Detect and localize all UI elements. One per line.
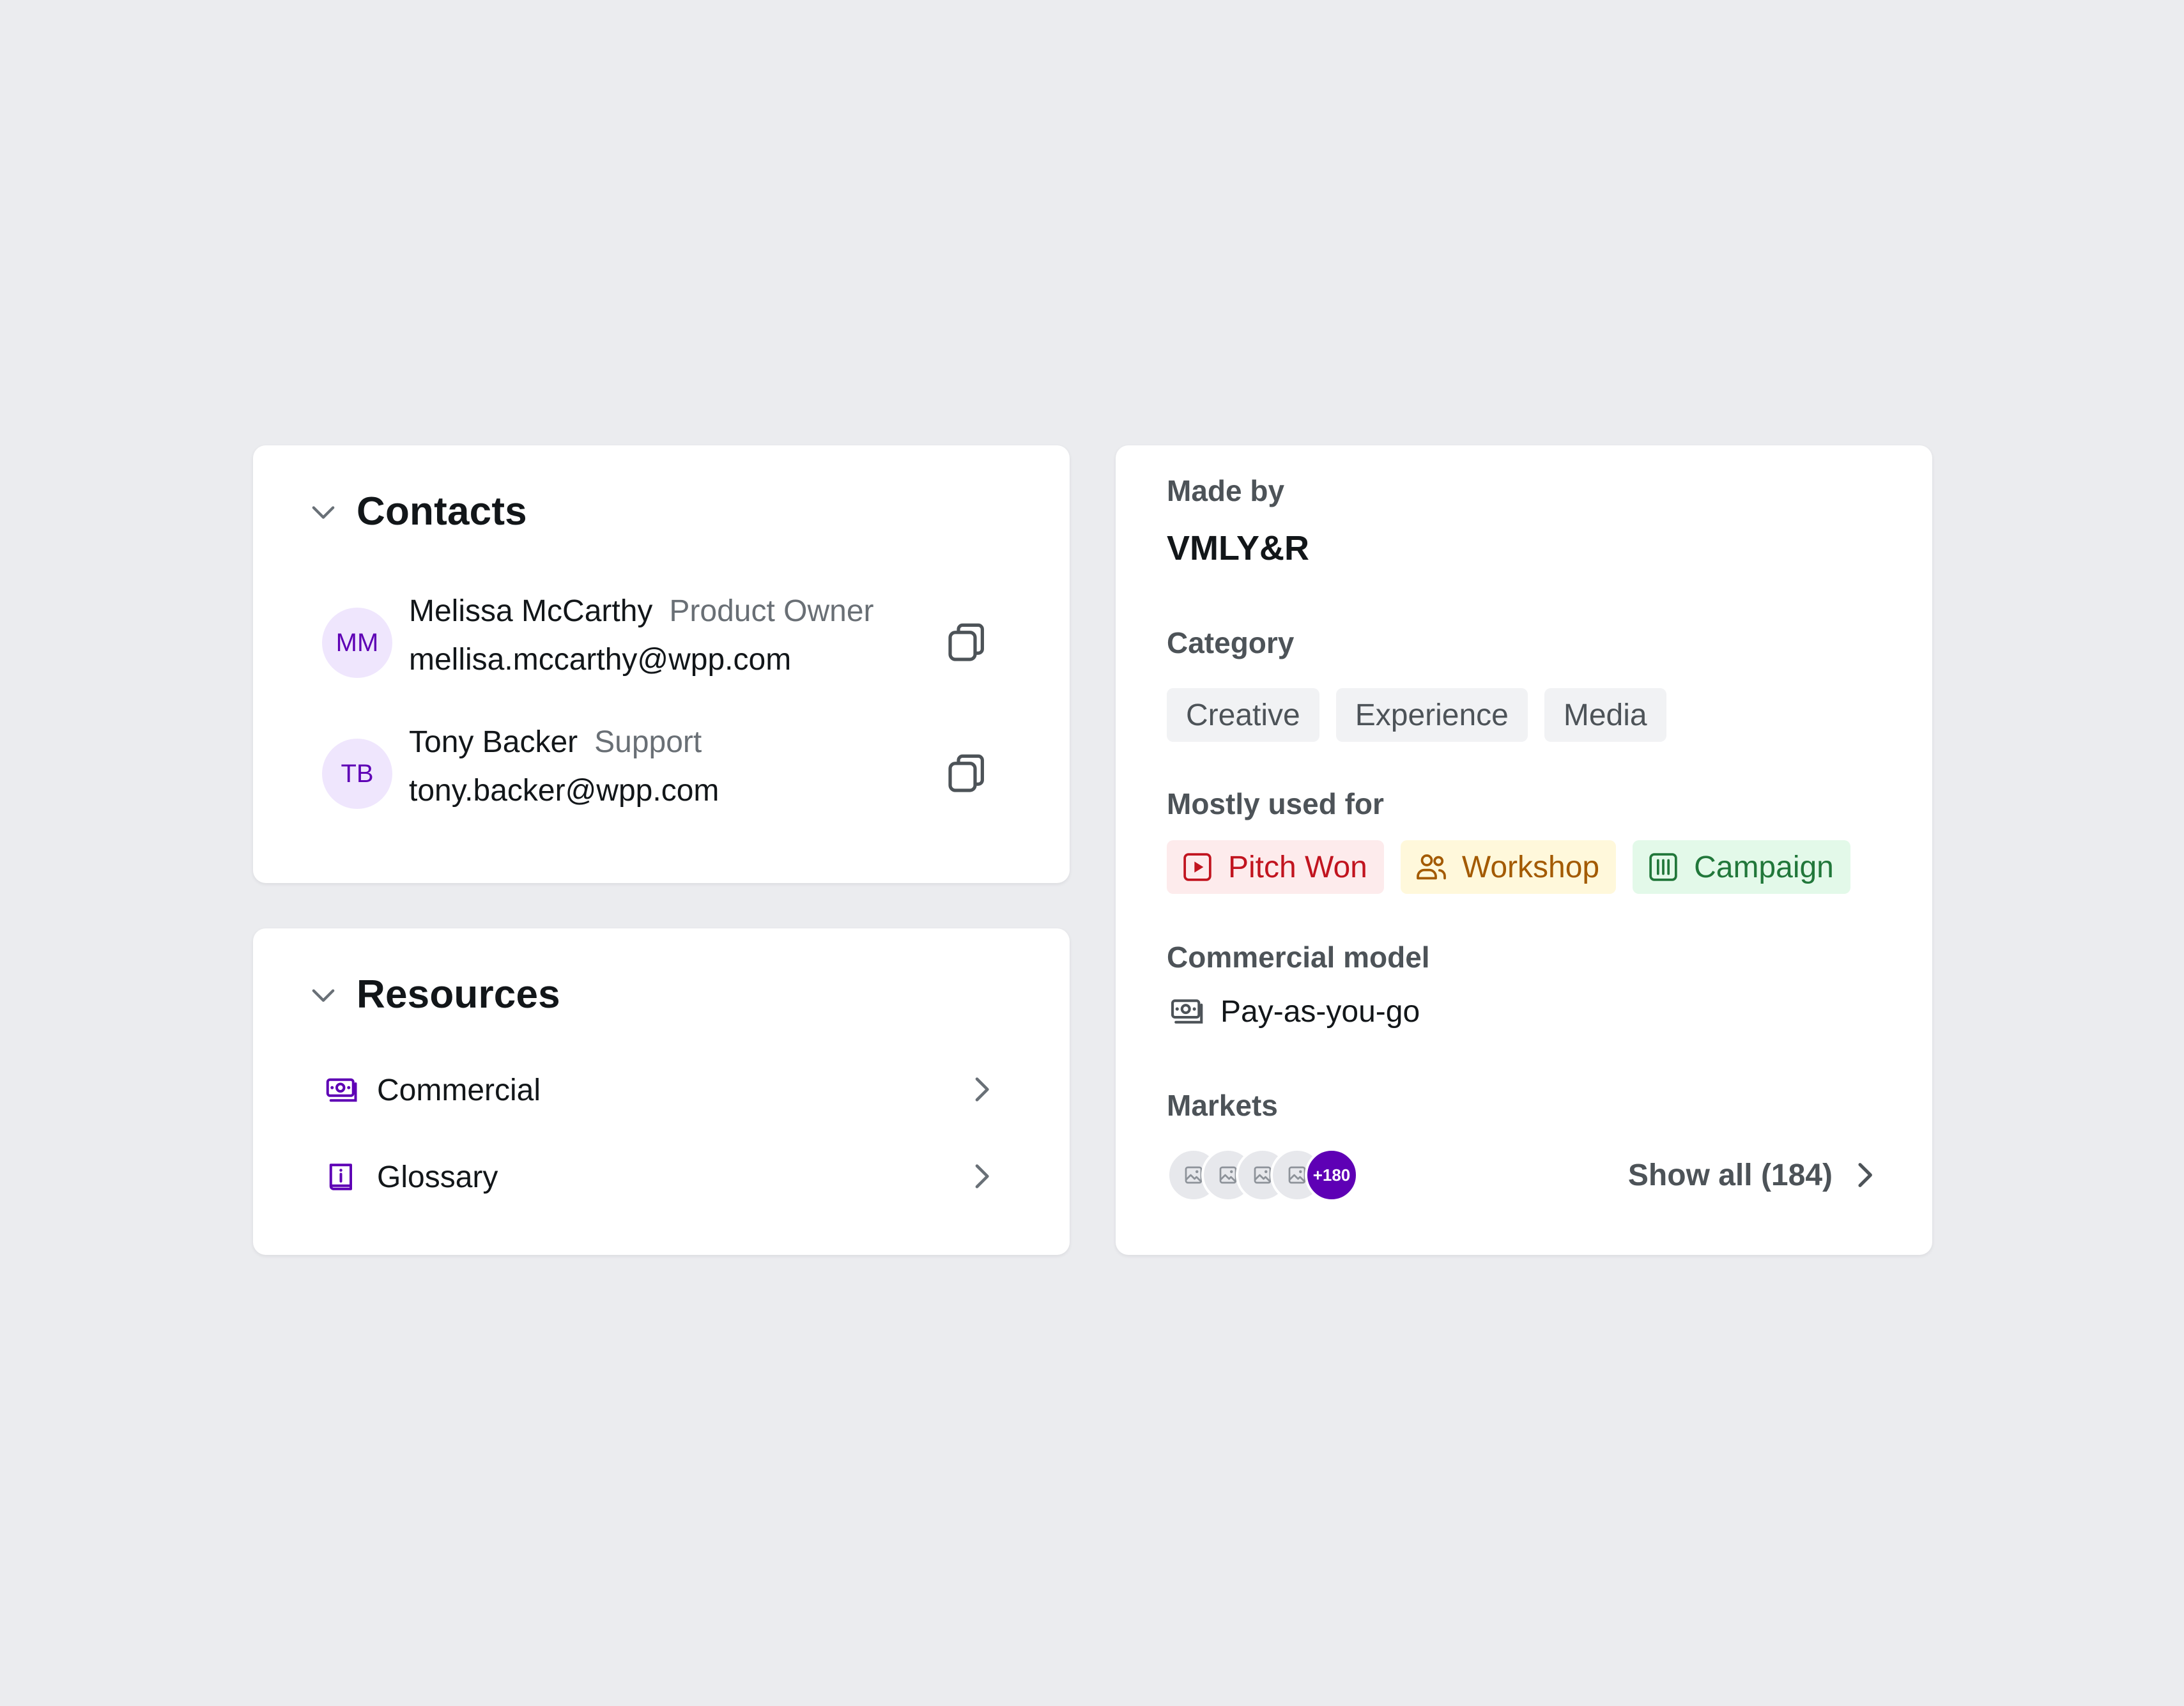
resources-header[interactable]: Resources: [307, 972, 560, 1017]
category-tags: Creative Experience Media: [1167, 688, 1683, 742]
resources-card: Resources Commercial Glossary: [253, 928, 1070, 1255]
resource-label: Commercial: [377, 1073, 541, 1107]
contact-item: TB Tony Backer Support tony.backer@wpp.co…: [322, 725, 1031, 820]
money-icon: [1171, 999, 1203, 1024]
contact-role: Support: [594, 725, 702, 759]
contact-email: tony.backer@wpp.com: [409, 774, 719, 808]
chevron-right-icon: [1858, 1163, 1872, 1187]
copy-email-button[interactable]: [942, 618, 992, 668]
used-for-tag-pitch-won: Pitch Won: [1167, 840, 1384, 894]
contact-email: mellisa.mccarthy@wpp.com: [409, 643, 792, 677]
commercial-model-label: Commercial model: [1167, 941, 1430, 974]
book-info-icon: [329, 1164, 352, 1190]
contact-role: Product Owner: [669, 594, 874, 628]
chevron-down-icon: [312, 505, 335, 519]
copy-icon: [948, 623, 984, 661]
markets-row: +180 Show all (184): [1167, 1148, 1882, 1202]
resource-label: Glossary: [377, 1160, 498, 1194]
details-card: Made by VMLY&R Category Creative Experie…: [1116, 445, 1932, 1255]
copy-email-button[interactable]: [942, 749, 992, 799]
made-by-label: Made by: [1167, 474, 1285, 507]
columns-icon: [1649, 853, 1677, 881]
category-tag: Experience: [1335, 688, 1528, 742]
commercial-model-value: Pay-as-you-go: [1220, 994, 1420, 1029]
contact-name-row: Tony Backer Support: [409, 725, 702, 760]
markets-more-badge: +180: [1305, 1148, 1358, 1202]
chevron-right-icon: [975, 1164, 989, 1188]
used-for-label: Mostly used for: [1167, 787, 1384, 820]
contacts-title: Contacts: [357, 489, 527, 534]
used-for-tags: Pitch Won Workshop Campaign: [1167, 840, 1867, 894]
chevron-right-icon: [975, 1077, 989, 1102]
used-for-tag-label: Workshop: [1461, 850, 1600, 884]
avatar: TB: [322, 739, 392, 809]
markets-label: Markets: [1167, 1089, 1278, 1122]
copy-icon: [948, 754, 984, 792]
play-icon: [1183, 853, 1211, 881]
used-for-tag-label: Campaign: [1694, 850, 1834, 884]
used-for-tag-label: Pitch Won: [1228, 850, 1367, 884]
category-tag: Creative: [1167, 688, 1319, 742]
show-all-markets-link[interactable]: Show all (184): [1628, 1148, 1882, 1202]
money-icon: [326, 1078, 357, 1102]
resources-title: Resources: [357, 972, 560, 1017]
contact-name: Melissa McCarthy: [409, 594, 653, 628]
contact-item: MM Melissa McCarthy Product Owner mellisa…: [322, 594, 1031, 689]
contact-name-row: Melissa McCarthy Product Owner: [409, 594, 874, 629]
made-by-value: VMLY&R: [1167, 529, 1310, 567]
avatar: MM: [322, 608, 392, 678]
show-all-label: Show all (184): [1627, 1158, 1833, 1192]
chevron-down-icon: [312, 988, 335, 1002]
contact-name: Tony Backer: [409, 725, 578, 759]
category-tag: Media: [1544, 688, 1666, 742]
resource-item-glossary[interactable]: Glossary: [322, 1148, 999, 1206]
used-for-tag-campaign: Campaign: [1633, 840, 1850, 894]
resource-item-commercial[interactable]: Commercial: [322, 1061, 999, 1119]
users-icon: [1417, 854, 1446, 880]
used-for-tag-workshop: Workshop: [1400, 840, 1617, 894]
contacts-card: Contacts MM Melissa McCarthy Product Owne…: [253, 445, 1070, 883]
commercial-model: Pay-as-you-go: [1167, 992, 1420, 1031]
category-label: Category: [1167, 626, 1295, 659]
contacts-header[interactable]: Contacts: [307, 489, 527, 534]
